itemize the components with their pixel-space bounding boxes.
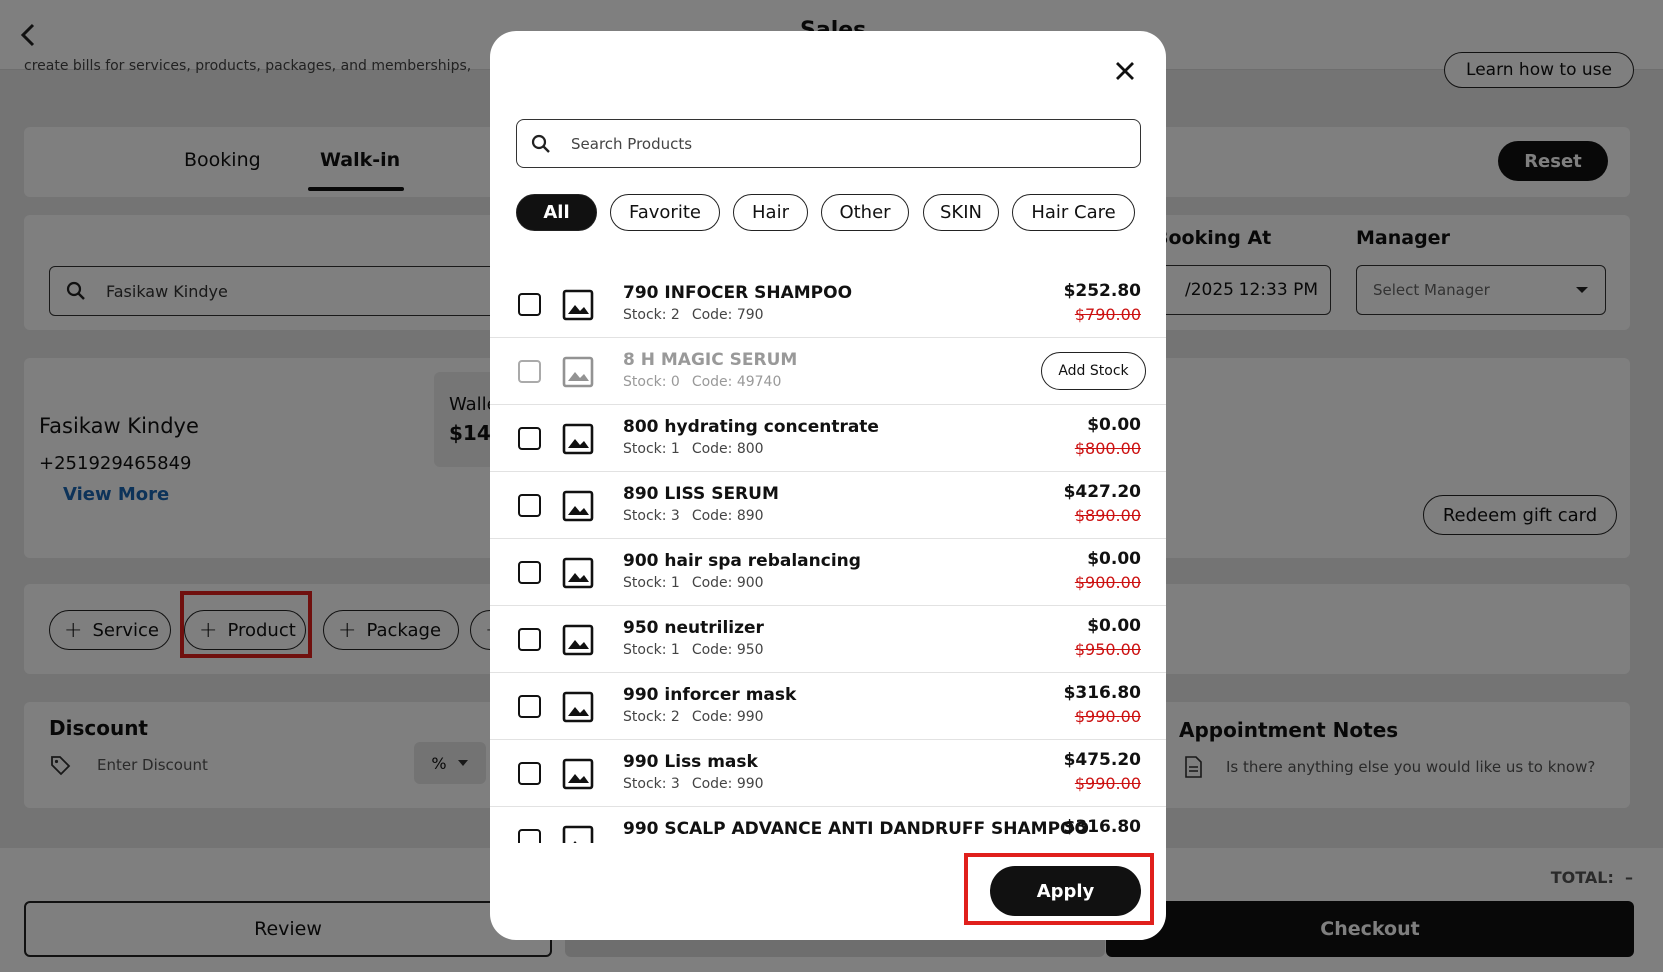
- product-name: 800 hydrating concentrate: [623, 417, 879, 437]
- product-price: $316.80: [1063, 683, 1141, 703]
- chip-hair-care[interactable]: Hair Care: [1012, 194, 1135, 231]
- product-price: $316.80: [1063, 817, 1141, 837]
- product-search-box: [516, 119, 1141, 168]
- product-code: Code: 790: [691, 307, 764, 323]
- product-price: $0.00: [1087, 549, 1141, 569]
- product-meta: Stock: 3 Code: 990: [623, 776, 764, 792]
- product-stock: Stock: 2: [623, 307, 680, 323]
- product-stock: Stock: 1: [623, 575, 680, 591]
- product-original-price: $990.00: [1074, 707, 1141, 726]
- product-row[interactable]: 990 inforcer mask Stock: 2 Code: 990 $316…: [490, 673, 1166, 740]
- product-original-price: $890.00: [1074, 506, 1141, 525]
- product-row[interactable]: 990 Liss mask Stock: 3 Code: 990 $475.20 …: [490, 740, 1166, 807]
- product-row[interactable]: 950 neutrilizer Stock: 1 Code: 950 $0.00 …: [490, 606, 1166, 673]
- product-code: Code: 950: [691, 642, 764, 658]
- product-price: $0.00: [1087, 415, 1141, 435]
- product-picker-modal: All Favorite Hair Other SKIN Hair Care 7…: [490, 31, 1166, 940]
- product-meta: Stock: 2 Code: 990: [623, 709, 764, 725]
- product-name: 990 inforcer mask: [623, 685, 797, 705]
- image-placeholder-icon: [562, 356, 594, 388]
- image-placeholder-icon: [562, 557, 594, 589]
- image-placeholder-icon: [562, 624, 594, 656]
- product-price: $427.20: [1063, 482, 1141, 502]
- product-original-price: $990.00: [1074, 774, 1141, 793]
- product-stock: Stock: 2: [623, 709, 680, 725]
- product-row[interactable]: 990 SCALP ADVANCE ANTI DANDRUFF SHAMPOO …: [490, 807, 1166, 843]
- product-name: 950 neutrilizer: [623, 618, 764, 638]
- close-icon: [1116, 62, 1134, 80]
- chip-favorite[interactable]: Favorite: [610, 194, 720, 231]
- add-stock-button[interactable]: Add Stock: [1041, 352, 1146, 390]
- product-stock: Stock: 1: [623, 642, 680, 658]
- product-name: 990 Liss mask: [623, 752, 758, 772]
- product-checkbox[interactable]: [518, 829, 541, 843]
- product-original-price: $900.00: [1074, 573, 1141, 592]
- product-name: 900 hair spa rebalancing: [623, 551, 861, 571]
- product-meta: Stock: 1 Code: 900: [623, 575, 764, 591]
- product-stock: Stock: 0: [623, 374, 680, 390]
- product-row[interactable]: 800 hydrating concentrate Stock: 1 Code: …: [490, 405, 1166, 472]
- product-meta: Stock: 0 Code: 49740: [623, 374, 781, 390]
- product-stock: Stock: 3: [623, 776, 680, 792]
- product-code: Code: 900: [691, 575, 764, 591]
- product-price: $475.20: [1063, 750, 1141, 770]
- product-name: 890 LISS SERUM: [623, 484, 779, 504]
- product-name: 8 H MAGIC SERUM: [623, 350, 798, 370]
- product-price: $252.80: [1063, 281, 1141, 301]
- product-checkbox[interactable]: [518, 762, 541, 785]
- product-stock: Stock: 1: [623, 441, 680, 457]
- product-row[interactable]: 900 hair spa rebalancing Stock: 1 Code: 9…: [490, 539, 1166, 606]
- product-checkbox[interactable]: [518, 427, 541, 450]
- apply-highlight-box: [964, 853, 1154, 925]
- product-checkbox[interactable]: [518, 695, 541, 718]
- product-code: Code: 49740: [691, 374, 782, 390]
- product-code: Code: 800: [691, 441, 764, 457]
- product-stock: Stock: 3: [623, 508, 680, 524]
- product-row: 8 H MAGIC SERUM Stock: 0 Code: 49740 Add …: [490, 338, 1166, 405]
- product-meta: Stock: 2 Code: 790: [623, 307, 764, 323]
- product-row[interactable]: 790 INFOCER SHAMPOO Stock: 2 Code: 790 $2…: [490, 271, 1166, 338]
- image-placeholder-icon: [562, 490, 594, 522]
- product-original-price: $950.00: [1074, 640, 1141, 659]
- chip-all[interactable]: All: [516, 194, 597, 231]
- chip-skin[interactable]: SKIN: [923, 194, 999, 231]
- image-placeholder-icon: [562, 691, 594, 723]
- product-checkbox: [518, 360, 541, 383]
- product-list: 790 INFOCER SHAMPOO Stock: 2 Code: 790 $2…: [490, 271, 1166, 843]
- product-code: Code: 890: [691, 508, 764, 524]
- product-meta: Stock: 3 Code: 890: [623, 508, 764, 524]
- product-checkbox[interactable]: [518, 293, 541, 316]
- product-original-price: $800.00: [1074, 439, 1141, 458]
- product-checkbox[interactable]: [518, 628, 541, 651]
- image-placeholder-icon: [562, 289, 594, 321]
- product-checkbox[interactable]: [518, 561, 541, 584]
- product-meta: Stock: 1 Code: 800: [623, 441, 764, 457]
- product-original-price: $790.00: [1074, 305, 1141, 324]
- chip-other[interactable]: Other: [821, 194, 909, 231]
- product-code: Code: 990: [691, 709, 764, 725]
- search-icon: [531, 134, 550, 153]
- product-code: Code: 990: [691, 776, 764, 792]
- product-meta: Stock: 1 Code: 950: [623, 642, 764, 658]
- product-search-input[interactable]: [571, 134, 1111, 153]
- image-placeholder-icon: [562, 423, 594, 455]
- chip-hair[interactable]: Hair: [733, 194, 808, 231]
- product-name: 790 INFOCER SHAMPOO: [623, 283, 853, 303]
- product-name: 990 SCALP ADVANCE ANTI DANDRUFF SHAMPOO: [623, 819, 1089, 839]
- image-placeholder-icon: [562, 758, 594, 790]
- product-checkbox[interactable]: [518, 494, 541, 517]
- product-price: $0.00: [1087, 616, 1141, 636]
- image-placeholder-icon: [562, 825, 594, 843]
- close-button[interactable]: [1110, 56, 1140, 86]
- product-row[interactable]: 890 LISS SERUM Stock: 3 Code: 890 $427.20…: [490, 472, 1166, 539]
